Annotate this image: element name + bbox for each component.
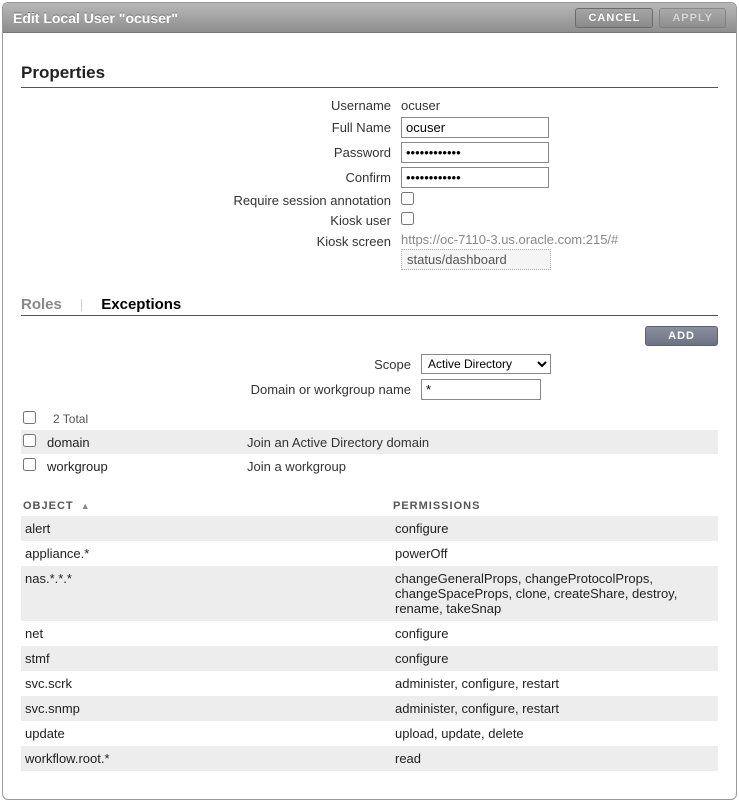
tabs-divider: [21, 315, 718, 316]
apply-button: APPLY: [659, 8, 726, 28]
confirm-label: Confirm: [21, 170, 401, 185]
scope-label: Scope: [21, 357, 421, 372]
permissions-cell: configure: [395, 651, 714, 666]
properties-heading: Properties: [21, 63, 718, 83]
username-value: ocuser: [401, 98, 440, 113]
edit-user-dialog: Edit Local User "ocuser" CANCEL APPLY Pr…: [2, 2, 737, 800]
table-row[interactable]: updateupload, update, delete: [21, 721, 718, 746]
table-row[interactable]: nas.*.*.*changeGeneralProps, changeProto…: [21, 566, 718, 621]
dialog-title: Edit Local User "ocuser": [13, 10, 575, 26]
row-name: workgroup: [47, 459, 247, 474]
permissions-cell: configure: [395, 626, 714, 641]
permissions-header: PERMISSIONS: [393, 500, 480, 512]
cancel-button[interactable]: CANCEL: [575, 8, 653, 28]
add-button[interactable]: ADD: [645, 326, 718, 346]
object-cell: alert: [25, 521, 395, 536]
table-row[interactable]: stmfconfigure: [21, 646, 718, 671]
fullname-input[interactable]: [401, 117, 549, 138]
list-item[interactable]: workgroupJoin a workgroup: [21, 454, 718, 478]
object-cell: svc.snmp: [25, 701, 395, 716]
table-row[interactable]: svc.scrkadminister, configure, restart: [21, 671, 718, 696]
password-label: Password: [21, 145, 401, 160]
tab-roles[interactable]: Roles: [21, 296, 62, 313]
table-row[interactable]: workflow.root.*read: [21, 746, 718, 771]
permissions-cell: changeGeneralProps, changeProtocolProps,…: [395, 571, 714, 616]
kiosk-screen-label: Kiosk screen: [21, 232, 401, 249]
permissions-cell: administer, configure, restart: [395, 676, 714, 691]
kiosk-user-checkbox[interactable]: [401, 212, 414, 225]
table-row[interactable]: svc.snmpadminister, configure, restart: [21, 696, 718, 721]
row-name: domain: [47, 435, 247, 450]
object-cell: workflow.root.*: [25, 751, 395, 766]
permissions-cell: upload, update, delete: [395, 726, 714, 741]
kiosk-user-label: Kiosk user: [21, 213, 401, 228]
fullname-label: Full Name: [21, 120, 401, 135]
permissions-cell: read: [395, 751, 714, 766]
row-checkbox[interactable]: [23, 434, 36, 447]
require-session-checkbox[interactable]: [401, 192, 414, 205]
permissions-cell: configure: [395, 521, 714, 536]
section-divider: [21, 87, 718, 88]
row-checkbox[interactable]: [23, 458, 36, 471]
list-item[interactable]: domainJoin an Active Directory domain: [21, 430, 718, 454]
domain-filter-input[interactable]: [421, 379, 541, 400]
titlebar: Edit Local User "ocuser" CANCEL APPLY: [3, 3, 736, 33]
tab-separator: |: [80, 297, 83, 312]
scope-select[interactable]: Active Directory: [421, 354, 551, 374]
table-row[interactable]: alertconfigure: [21, 516, 718, 541]
object-cell: net: [25, 626, 395, 641]
object-cell: update: [25, 726, 395, 741]
permissions-cell: administer, configure, restart: [395, 701, 714, 716]
table-row[interactable]: appliance.*powerOff: [21, 541, 718, 566]
row-desc: Join an Active Directory domain: [247, 435, 716, 450]
object-cell: appliance.*: [25, 546, 395, 561]
object-cell: svc.scrk: [25, 676, 395, 691]
kiosk-path-readonly: status/dashboard: [401, 249, 551, 270]
domain-filter-label: Domain or workgroup name: [21, 382, 421, 397]
kiosk-url-prefix: https://oc-7110-3.us.oracle.com:215/#: [401, 232, 718, 247]
password-input[interactable]: [401, 142, 549, 163]
sort-asc-icon: ▲: [81, 501, 91, 511]
row-desc: Join a workgroup: [247, 459, 716, 474]
table-row[interactable]: netconfigure: [21, 621, 718, 646]
confirm-input[interactable]: [401, 167, 549, 188]
object-header[interactable]: OBJECT: [23, 500, 74, 512]
select-all-checkbox[interactable]: [23, 411, 36, 424]
object-cell: stmf: [25, 651, 395, 666]
object-cell: nas.*.*.*: [25, 571, 395, 586]
tab-exceptions[interactable]: Exceptions: [101, 296, 181, 313]
total-count: 2 Total: [47, 412, 88, 426]
permissions-cell: powerOff: [395, 546, 714, 561]
require-session-label: Require session annotation: [21, 193, 401, 208]
username-label: Username: [21, 98, 401, 113]
